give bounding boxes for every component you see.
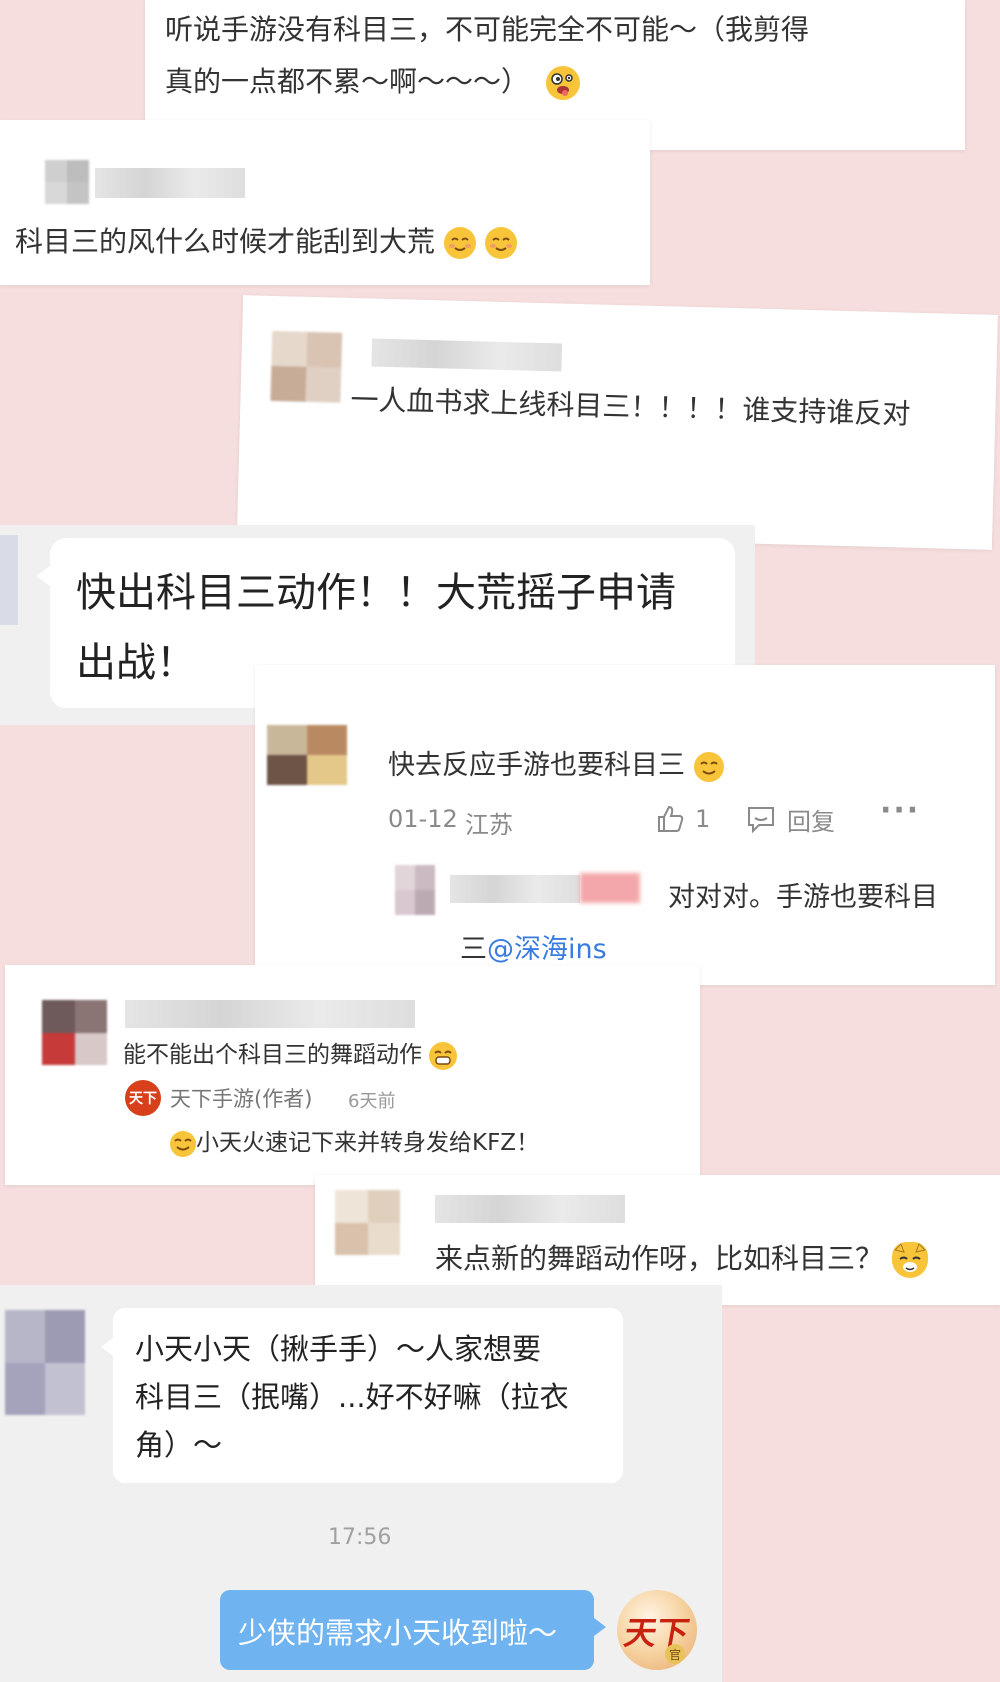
comment-text-content: 来点新的舞蹈动作呀，比如科目三？ bbox=[435, 1242, 884, 1275]
chat-bubble-line1: 快出科目三动作！！大荒摇子申请 bbox=[76, 570, 676, 616]
bubble-tail bbox=[594, 1618, 606, 1636]
comment-text-content: 科目三的风什么时候才能刮到大荒 bbox=[15, 225, 436, 258]
bubble-tail bbox=[36, 566, 50, 586]
blurred-username bbox=[95, 168, 245, 198]
reply-text-line2-prefix: 三 bbox=[460, 934, 487, 965]
user-mention-link[interactable]: @深海ins bbox=[487, 934, 607, 965]
chat-bubble-line3: 角）～ bbox=[135, 1428, 223, 1462]
chat-bubble-line2: 出战！ bbox=[76, 640, 196, 686]
crazy-face-emoji-icon bbox=[545, 66, 580, 100]
chat-bubble-2: 小天小天（揪手手）～人家想要 科目三（抿嘴）...好不好嘛（拉衣 角）～ bbox=[101, 1308, 623, 1483]
author-reply-time: 6天前 bbox=[348, 1091, 396, 1112]
comment-text: 快去反应手游也要科目三 bbox=[388, 743, 724, 782]
comment-text: 来点新的舞蹈动作呀，比如科目三？ bbox=[435, 1237, 928, 1278]
reply-bubble: 少侠的需求小天收到啦～ bbox=[220, 1590, 606, 1670]
comment-text-line1: 听说手游没有科目三，不可能完全不可能～（我剪得 bbox=[165, 13, 810, 46]
thumbs-up-icon bbox=[658, 805, 684, 832]
blushing-face-emoji-icon bbox=[693, 751, 724, 782]
smiling-face-emoji-icon bbox=[170, 1130, 196, 1157]
comment-text-content: 快去反应手游也要科目三 bbox=[388, 750, 685, 781]
comment-card-4: 快去反应手游也要科目三 01-12 江苏 1 回复 ··· 对对对。手游也要科目 bbox=[255, 665, 995, 985]
chat-panel-2: 小天小天（揪手手）～人家想要 科目三（抿嘴）...好不好嘛（拉衣 角）～ 17:… bbox=[0, 1285, 722, 1682]
comment-text: 科目三的风什么时候才能刮到大荒 bbox=[15, 220, 517, 260]
blurred-avatar bbox=[335, 1190, 400, 1255]
reply-label: 回复 bbox=[787, 807, 835, 836]
blurred-avatar-edge bbox=[0, 535, 18, 625]
blurred-avatar bbox=[45, 160, 89, 204]
like-count: 1 bbox=[695, 805, 711, 833]
official-badge: 官 bbox=[665, 1644, 685, 1664]
comment-date: 01-12 bbox=[388, 805, 458, 833]
blurred-avatar bbox=[267, 725, 347, 785]
reply-bubble-text: 少侠的需求小天收到啦～ bbox=[238, 1616, 558, 1650]
reply-text-line1: 对对对。手游也要科目 bbox=[668, 882, 938, 913]
blurred-username bbox=[371, 338, 563, 372]
chat-bubble-line1: 小天小天（揪手手）～人家想要 bbox=[135, 1332, 542, 1366]
blurred-avatar bbox=[5, 1310, 85, 1415]
more-options-icon[interactable]: ··· bbox=[880, 793, 920, 828]
blurred-username bbox=[450, 875, 580, 903]
author-reply-content: 小天火速记下来并转身发给KFZ！ bbox=[196, 1130, 540, 1156]
official-account-avatar[interactable]: 天下 官 bbox=[617, 1590, 697, 1670]
comment-text-line2: 真的一点都不累～啊～～～） bbox=[165, 60, 580, 100]
bubble-tail bbox=[101, 1338, 113, 1356]
author-name: 天下手游(作者) bbox=[170, 1087, 313, 1111]
comment-card-3: 一人血书求上线科目三！！！！谁支持谁反对 bbox=[237, 295, 998, 550]
comment-location: 江苏 bbox=[465, 811, 513, 839]
smiling-face-emoji-icon-2 bbox=[484, 227, 517, 259]
blurred-badge bbox=[580, 873, 640, 903]
blurred-avatar-small bbox=[395, 865, 435, 915]
chat-timestamp: 17:56 bbox=[328, 1525, 392, 1550]
comment-card-5: 能不能出个科目三的舞蹈动作 天下 天下手游(作者) 6天前 小天火速记下来并转身… bbox=[5, 965, 700, 1185]
author-reply-text: 小天火速记下来并转身发给KFZ！ bbox=[170, 1123, 539, 1157]
blurred-username bbox=[125, 1000, 415, 1028]
official-badge-text: 官 bbox=[668, 1647, 681, 1662]
smiling-face-emoji-icon bbox=[443, 227, 476, 259]
blurred-avatar bbox=[270, 330, 343, 403]
like-button[interactable]: 1 bbox=[655, 803, 710, 835]
comment-text: 能不能出个科目三的舞蹈动作 bbox=[123, 1035, 458, 1070]
reply-button[interactable]: 回复 bbox=[745, 803, 835, 836]
comment-text-content: 能不能出个科目三的舞蹈动作 bbox=[123, 1042, 422, 1068]
author-logo-avatar: 天下 bbox=[125, 1080, 161, 1116]
comment-text: 一人血书求上线科目三！！！！谁支持谁反对 bbox=[350, 383, 911, 431]
author-logo-text: 天下 bbox=[129, 1091, 157, 1107]
cat-face-emoji-icon bbox=[891, 1242, 928, 1278]
blurred-username bbox=[435, 1195, 625, 1223]
chat-bubble-line2: 科目三（抿嘴）...好不好嘛（拉衣 bbox=[135, 1380, 569, 1414]
reply-bubble-icon bbox=[748, 807, 774, 834]
comment-text-line2-content: 真的一点都不累～啊～～～） bbox=[165, 65, 530, 98]
grinning-face-emoji-icon bbox=[429, 1041, 458, 1070]
comment-card-2: 科目三的风什么时候才能刮到大荒 bbox=[0, 120, 650, 285]
reply-text-line2: 三@深海ins bbox=[460, 927, 607, 966]
blurred-avatar bbox=[42, 1000, 107, 1065]
